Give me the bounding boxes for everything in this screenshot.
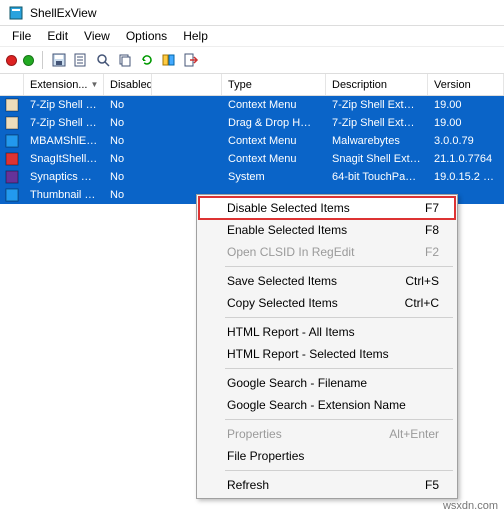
cell-disabled: No [104,99,152,111]
toolbar [0,46,504,74]
column-icon[interactable] [0,74,24,95]
cell-disabled: No [104,153,152,165]
cell-disabled: No [104,171,152,183]
enable-icon[interactable] [23,55,34,66]
ctx-enable-selected[interactable]: Enable Selected Items F8 [199,219,455,241]
cell-version: 19.00 [428,117,504,129]
cell-disabled: No [104,135,152,147]
column-headers: Extension... ▼ Disabled Type Description… [0,74,504,96]
window-title: ShellExView [30,6,96,20]
column-disabled[interactable]: Disabled [104,74,152,95]
cell-name: Thumbnail … [24,189,104,201]
menu-file[interactable]: File [4,27,39,45]
table-row[interactable]: Synaptics C…No System64-bit TouchPa…19.0.… [0,168,504,186]
exit-icon[interactable] [183,52,199,68]
save-icon[interactable] [51,52,67,68]
ctx-file-properties[interactable]: File Properties [199,445,455,467]
ctx-separator [225,470,453,471]
title-bar: ShellExView [0,0,504,26]
ctx-open-clsid: Open CLSID In RegEdit F2 [199,241,455,263]
cell-type: Drag & Drop H… [222,117,326,129]
ctx-google-filename[interactable]: Google Search - Filename [199,372,455,394]
sort-indicator-icon: ▼ [91,80,99,89]
cell-version: 19.0.15.2 09Jul15 [428,171,504,183]
cell-description: 7-Zip Shell Ext… [326,99,428,111]
options-icon[interactable] [161,52,177,68]
ctx-separator [225,317,453,318]
cell-name: 7-Zip Shell E… [24,117,104,129]
ctx-google-extension[interactable]: Google Search - Extension Name [199,394,455,416]
cell-version: 19.00 [428,99,504,111]
cell-version: 3.0.0.79 [428,135,504,147]
cell-name: Synaptics C… [24,171,104,183]
extension-icon [4,151,20,167]
ctx-disable-selected[interactable]: Disable Selected Items F7 [198,196,456,220]
table-row[interactable]: MBAMShlEx…No Context MenuMalwarebytes3.0.… [0,132,504,150]
item-list: 7-Zip Shell E…NoContext Menu7-Zip Shell … [0,96,504,204]
menu-edit[interactable]: Edit [39,27,76,45]
menu-bar: File Edit View Options Help [0,26,504,46]
disable-icon[interactable] [6,55,17,66]
context-menu: Disable Selected Items F7 Enable Selecte… [196,194,458,499]
properties-icon[interactable] [73,52,89,68]
ctx-refresh[interactable]: Refresh F5 [199,474,455,496]
copy-icon[interactable] [117,52,133,68]
menu-view[interactable]: View [76,27,118,45]
cell-name: SnagItShellE… [24,153,104,165]
ctx-html-selected[interactable]: HTML Report - Selected Items [199,343,455,365]
cell-type: Context Menu [222,135,326,147]
ctx-copy-selected[interactable]: Copy Selected Items Ctrl+C [199,292,455,314]
ctx-html-all[interactable]: HTML Report - All Items [199,321,455,343]
extension-icon [4,97,20,113]
table-row[interactable]: SnagItShellE…No Context MenuSnagit Shell … [0,150,504,168]
extension-icon [4,133,20,149]
cell-description: Malwarebytes [326,135,428,147]
cell-description: Snagit Shell Ext… [326,153,428,165]
ctx-separator [225,368,453,369]
table-row[interactable]: 7-Zip Shell E…No Context Menu7-Zip Shell … [0,96,504,114]
cell-name: MBAMShlEx… [24,135,104,147]
app-icon [8,5,24,21]
extension-icon [4,169,20,185]
ctx-separator [225,419,453,420]
table-row[interactable]: 7-Zip Shell E…No Drag & Drop H…7-Zip Shel… [0,114,504,132]
extension-icon [4,115,20,131]
ctx-save-selected[interactable]: Save Selected Items Ctrl+S [199,270,455,292]
toolbar-separator [42,51,43,69]
cell-version: 21.1.0.7764 [428,153,504,165]
column-blank[interactable] [152,74,222,95]
find-icon[interactable] [95,52,111,68]
extension-icon [4,187,20,203]
cell-disabled: No [104,189,152,201]
ctx-separator [225,266,453,267]
column-type[interactable]: Type [222,74,326,95]
cell-name: 7-Zip Shell E… [24,99,104,111]
menu-help[interactable]: Help [175,27,216,45]
column-extension[interactable]: Extension... ▼ [24,74,104,95]
cell-type: Context Menu [222,99,326,111]
menu-options[interactable]: Options [118,27,175,45]
ctx-properties: Properties Alt+Enter [199,423,455,445]
watermark: wsxdn.com [443,500,498,512]
cell-type: System [222,171,326,183]
cell-description: 7-Zip Shell Ext… [326,117,428,129]
refresh-icon[interactable] [139,52,155,68]
column-version[interactable]: Version [428,74,504,95]
column-description[interactable]: Description [326,74,428,95]
cell-description: 64-bit TouchPa… [326,171,428,183]
cell-type: Context Menu [222,153,326,165]
cell-disabled: No [104,117,152,129]
